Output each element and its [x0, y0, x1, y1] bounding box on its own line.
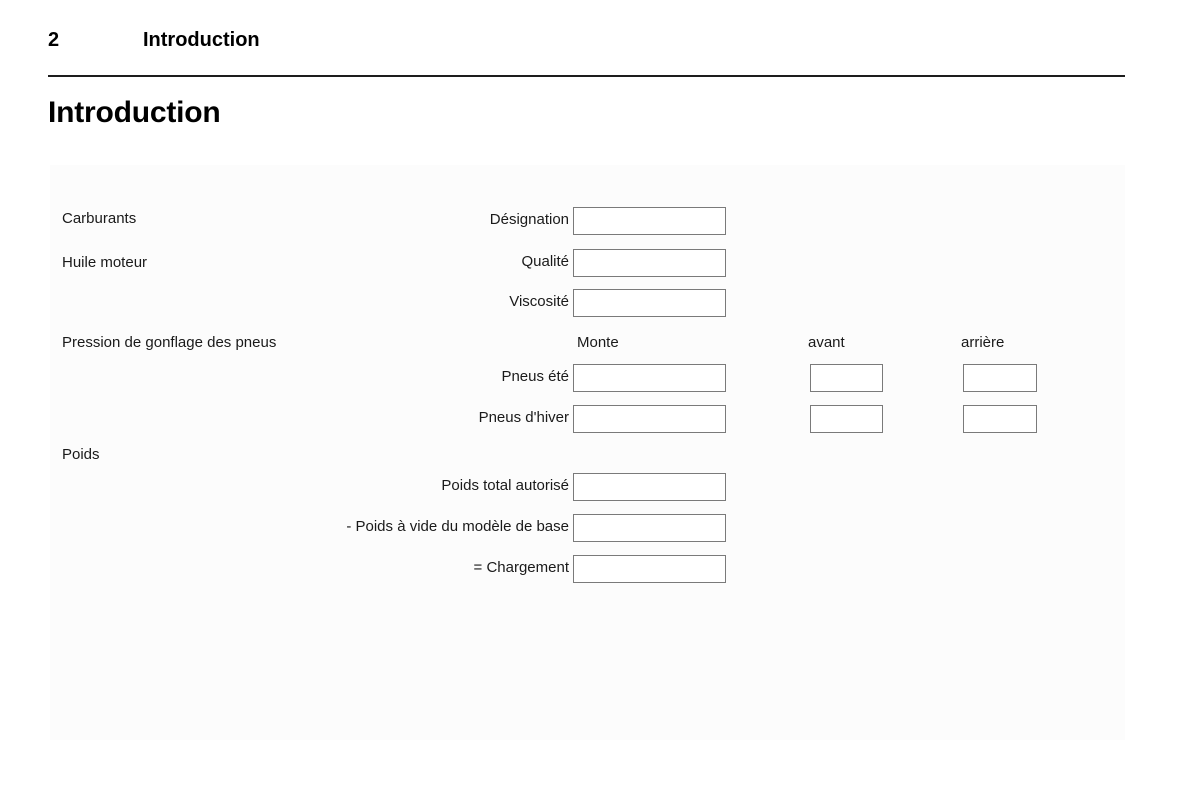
section-label-huile-moteur: Huile moteur	[62, 254, 148, 271]
page-number: 2	[48, 28, 60, 51]
column-header-arriere: arrière	[961, 334, 1005, 351]
section-label-pression-pneus: Pression de gonflage des pneus	[62, 334, 277, 351]
row-label-designation: Désignation	[489, 211, 569, 228]
field-viscosite[interactable]	[573, 289, 726, 317]
column-header-monte: Monte	[577, 334, 619, 351]
field-qualite[interactable]	[573, 249, 726, 277]
row-label-pneus-ete: Pneus été	[501, 368, 569, 385]
section-label-carburants: Carburants	[62, 210, 137, 227]
header-chapter-name: Introduction	[143, 28, 260, 51]
row-label-chargement: = Chargement	[473, 559, 569, 576]
vehicle-data-panel: Carburants Huile moteur Pression de gonf…	[50, 165, 1125, 740]
page-header: 2 Introduction	[48, 22, 1125, 58]
page-title: Introduction	[48, 96, 221, 129]
column-header-avant: avant	[808, 334, 845, 351]
header-divider	[48, 75, 1125, 77]
field-pneus-ete-monte[interactable]	[573, 364, 726, 392]
manual-page: 2 Introduction Introduction Carburants H…	[0, 0, 1200, 802]
section-label-poids: Poids	[62, 446, 100, 463]
field-pneus-hiver-avant[interactable]	[810, 405, 883, 433]
field-poids-a-vide[interactable]	[573, 514, 726, 542]
row-label-viscosite: Viscosité	[509, 293, 569, 310]
row-label-poids-a-vide: - Poids à vide du modèle de base	[346, 518, 569, 535]
field-pneus-ete-avant[interactable]	[810, 364, 883, 392]
row-label-poids-total-autorise: Poids total autorisé	[441, 477, 569, 494]
field-pneus-hiver-monte[interactable]	[573, 405, 726, 433]
field-pneus-hiver-arriere[interactable]	[963, 405, 1037, 433]
field-designation[interactable]	[573, 207, 726, 235]
row-label-qualite: Qualité	[521, 253, 569, 270]
field-chargement[interactable]	[573, 555, 726, 583]
row-label-pneus-hiver: Pneus d'hiver	[478, 409, 569, 426]
field-pneus-ete-arriere[interactable]	[963, 364, 1037, 392]
field-poids-total-autorise[interactable]	[573, 473, 726, 501]
